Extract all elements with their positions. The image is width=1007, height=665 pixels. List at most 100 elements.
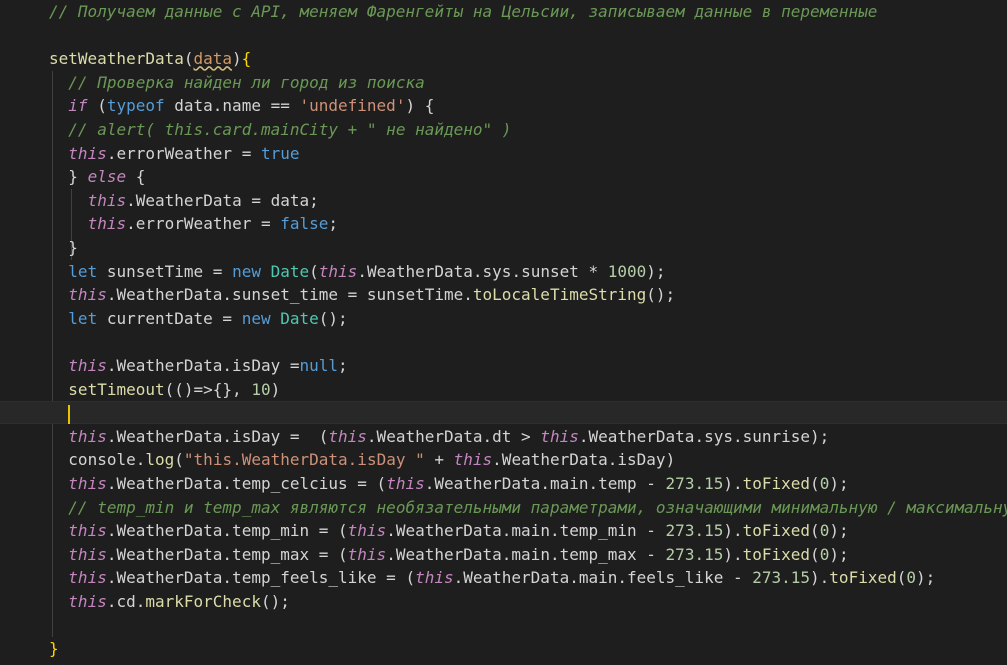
comment-token: // Проверка найден ли город из поиска: [68, 72, 425, 92]
comment-token: // temp_min и temp_max являются необязат…: [68, 497, 1007, 517]
this-keyword-token: this: [68, 285, 107, 305]
code-text-token: ): [232, 49, 242, 69]
code-line[interactable]: this.WeatherData.isDay =null;: [0, 354, 1007, 377]
code-text-token: .WeatherData.temp_feels_like = (: [106, 568, 416, 588]
code-text-token: .WeatherData.temp_max = (: [106, 544, 348, 564]
this-keyword-token: this: [415, 568, 454, 588]
number-token: 0: [819, 544, 830, 564]
code-line[interactable]: [0, 401, 1007, 425]
boolean-token: null: [299, 356, 339, 375]
code-editor[interactable]: // Получаем данные с API, меняем Фаренге…: [0, 0, 1007, 665]
keyword-token: typeof: [106, 96, 165, 116]
boolean-token: true: [260, 143, 300, 163]
class-name-token: Date: [270, 261, 310, 281]
code-line[interactable]: // temp_min и temp_max являются необязат…: [0, 496, 1007, 519]
code-text-token: (: [87, 96, 107, 116]
code-line[interactable]: // Проверка найден ли город из поиска: [0, 71, 1007, 94]
code-line[interactable]: setWeatherData(data){: [0, 47, 1007, 70]
code-line[interactable]: this.WeatherData.temp_max = (this.Weathe…: [0, 543, 1007, 566]
code-text-token: (: [896, 568, 907, 588]
code-text-token: (: [183, 49, 194, 69]
method-name-token: markForCheck: [145, 592, 261, 611]
code-text-token: }: [68, 167, 88, 187]
this-keyword-token: this: [453, 450, 493, 470]
code-line[interactable]: [0, 614, 1007, 637]
keyword-token: let: [68, 261, 98, 281]
string-token: ": [183, 450, 194, 470]
code-line[interactable]: [0, 24, 1007, 47]
code-text-token: data.name ==: [164, 96, 300, 116]
code-line[interactable]: this.WeatherData.sunset_time = sunsetTim…: [0, 283, 1007, 306]
code-text-token: .cd.: [106, 592, 146, 611]
code-text-token: .WeatherData.dt >: [366, 426, 541, 446]
code-text-token: .WeatherData.sys.sunset *: [357, 261, 608, 281]
number-token: 0: [819, 474, 830, 493]
code-text-token: sunsetTime =: [97, 261, 233, 281]
control-keyword-token: if: [68, 96, 88, 116]
code-text-token: ): [270, 379, 281, 399]
bracket-token: }: [49, 639, 59, 659]
code-text-token: .WeatherData = data;: [126, 190, 319, 210]
method-name-token: toFixed: [742, 474, 811, 493]
code-line[interactable]: this.WeatherData.temp_feels_like = (this…: [0, 566, 1007, 589]
number-token: 0: [819, 521, 830, 541]
code-text-token: .WeatherData.temp_celcius = (: [106, 474, 387, 493]
method-name-token: toFixed: [829, 568, 897, 588]
code-line[interactable]: setTimeout(()=>{}, 10): [0, 378, 1007, 401]
method-name-token: setTimeout: [68, 379, 165, 399]
code-text-token: (()=>{},: [164, 379, 252, 399]
this-keyword-token: this: [87, 214, 127, 234]
code-line[interactable]: if (typeof data.name == 'undefined') {: [0, 94, 1007, 117]
this-keyword-token: this: [68, 356, 107, 375]
code-line[interactable]: this.WeatherData.isDay = (this.WeatherDa…: [0, 425, 1007, 448]
function-name-token: setWeatherData: [49, 49, 184, 69]
code-line[interactable]: console.log("this.WeatherData.isDay " + …: [0, 448, 1007, 471]
code-line[interactable]: }: [0, 236, 1007, 259]
this-keyword-token: this: [68, 426, 107, 446]
method-name-token: toLocaleTimeString: [472, 285, 647, 305]
code-line[interactable]: this.errorWeather = false;: [0, 212, 1007, 235]
code-line[interactable]: // alert( this.card.mainCity + " не найд…: [0, 118, 1007, 141]
code-text-token: );: [829, 474, 849, 493]
control-keyword-token: else: [87, 167, 127, 187]
code-text-token: ).: [810, 568, 830, 588]
method-name-token: toFixed: [742, 521, 811, 541]
code-line[interactable]: let sunsetTime = new Date(this.WeatherDa…: [0, 260, 1007, 283]
method-name-token: log: [145, 450, 175, 470]
this-keyword-token: this: [318, 261, 358, 281]
code-text-token: .WeatherData.main.feels_like -: [453, 568, 753, 588]
method-name-token: toFixed: [742, 544, 811, 564]
code-text-token: (: [810, 521, 820, 541]
code-line[interactable]: this.cd.markForCheck();: [0, 590, 1007, 613]
code-text-token: .WeatherData.main.temp -: [424, 474, 666, 493]
code-text-token: .errorWeather =: [106, 143, 261, 163]
comment-token: // Получаем данные с API, меняем Фаренге…: [49, 2, 878, 21]
code-line[interactable]: this.WeatherData = data;: [0, 189, 1007, 212]
code-text-token: ;: [338, 356, 348, 375]
keyword-token: new: [232, 261, 261, 281]
code-text-token: .WeatherData.sunset_time = sunsetTime.: [106, 285, 473, 305]
code-text-token: );: [829, 544, 849, 564]
this-keyword-token: this: [347, 544, 387, 564]
code-line[interactable]: [0, 330, 1007, 353]
code-line[interactable]: // Получаем данные с API, меняем Фаренге…: [0, 0, 1007, 23]
code-text-token: ).: [723, 544, 743, 564]
code-line[interactable]: } else {: [0, 165, 1007, 188]
code-line[interactable]: }: [0, 637, 1007, 660]
code-text-token: console.: [68, 450, 146, 470]
code-line[interactable]: let currentDate = new Date();: [0, 307, 1007, 330]
code-line[interactable]: this.errorWeather = true: [0, 142, 1007, 165]
code-text-token: (: [174, 450, 184, 470]
code-line[interactable]: this.WeatherData.temp_celcius = (this.We…: [0, 472, 1007, 495]
code-line[interactable]: this.WeatherData.temp_min = (this.Weathe…: [0, 519, 1007, 542]
code-text-token: );: [916, 568, 936, 588]
this-keyword-token: this: [328, 426, 367, 446]
code-text-token: );: [646, 261, 666, 281]
number-token: 0: [906, 568, 917, 588]
number-token: 273.15: [665, 544, 724, 564]
code-text-token: (: [309, 261, 319, 281]
code-text-token: ) {: [405, 96, 435, 116]
code-text-token: .WeatherData.isDay = (: [106, 426, 329, 446]
